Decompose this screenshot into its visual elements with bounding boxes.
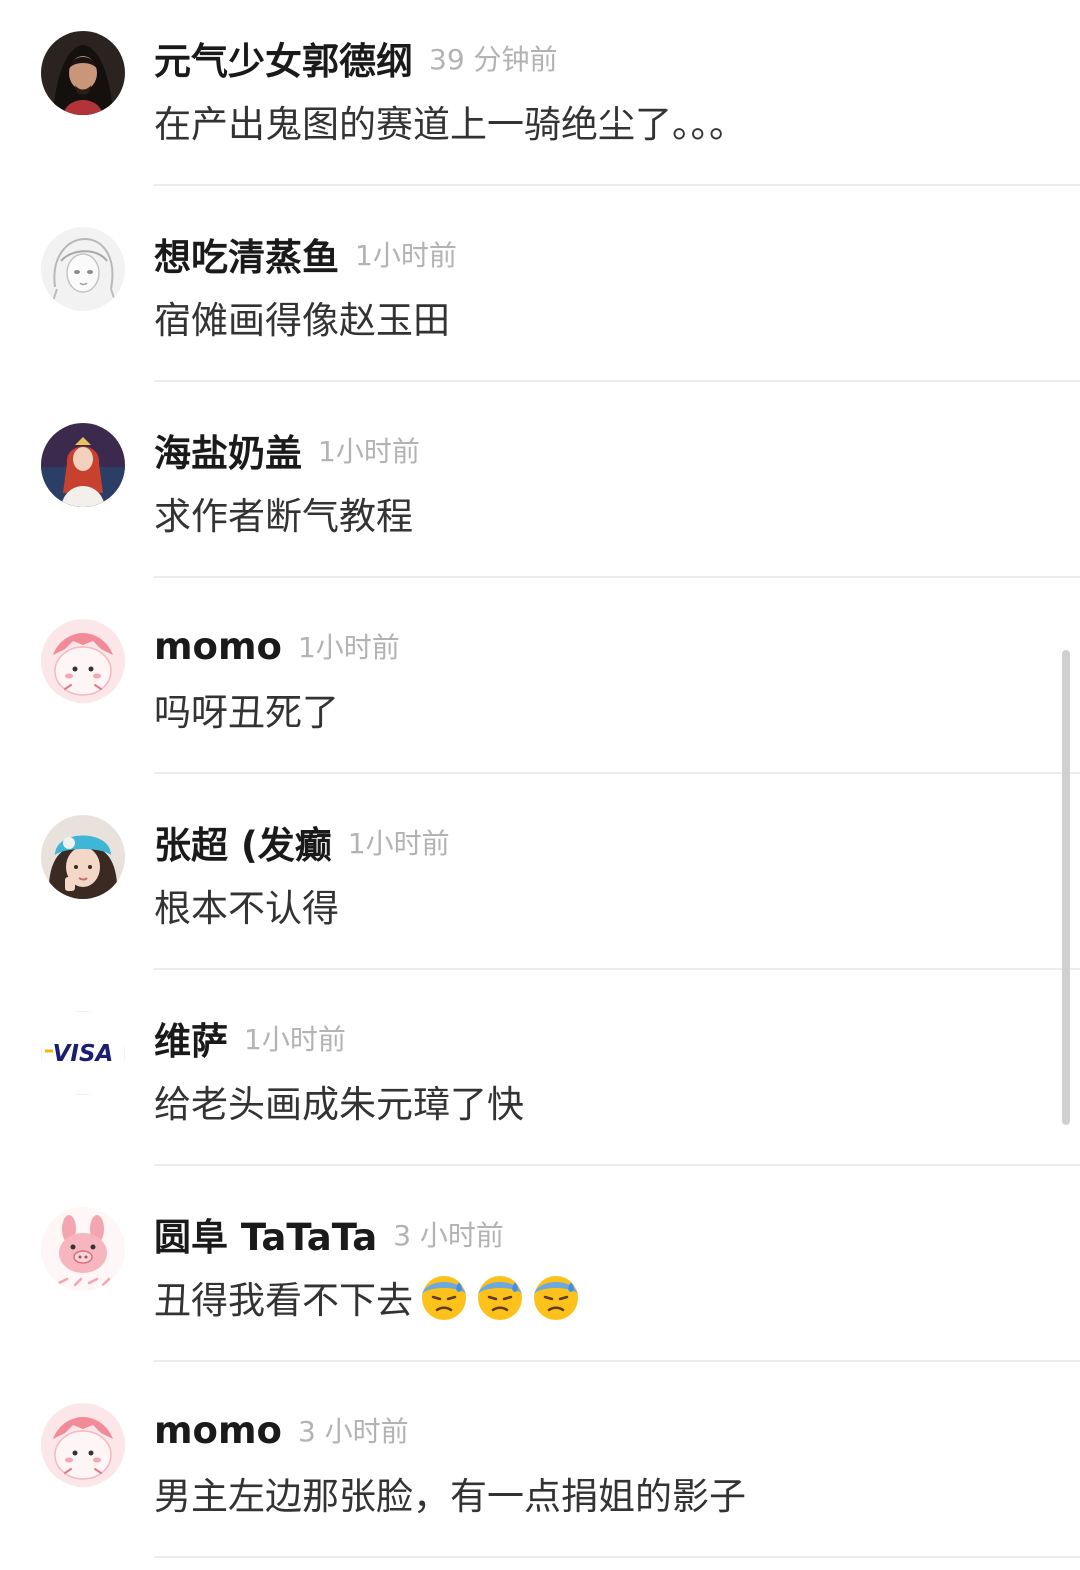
comment-text-content: 丑得我看不下去 xyxy=(154,1279,413,1322)
girl-blue-hat-avatar[interactable] xyxy=(41,815,125,899)
timestamp: 3 小时前 xyxy=(393,1219,504,1252)
timestamp: 3 小时前 xyxy=(297,1415,409,1448)
divider xyxy=(154,380,1080,382)
timestamp: 1小时前 xyxy=(347,827,450,860)
comment-item[interactable]: 元气少女郭德纲 39 分钟前 在产出鬼图的赛道上一骑绝尘了。。。 xyxy=(0,0,1080,196)
timestamp: 1小时前 xyxy=(355,239,457,272)
divider xyxy=(154,772,1080,774)
pink-creature-avatar[interactable] xyxy=(41,1403,125,1487)
divider xyxy=(154,1360,1080,1362)
comment-text: 男主左边那张脸，有一点捐姐的影子 xyxy=(154,1475,746,1518)
comment-text: 求作者断气教程 xyxy=(154,495,413,538)
downcast-sweat-face-emoji xyxy=(478,1276,522,1320)
timestamp: 1小时前 xyxy=(297,631,400,664)
comment-item[interactable]: momo 3 小时前 男主左边那张脸，有一点捐姐的影子 xyxy=(0,1372,1080,1568)
timestamp: 39 分钟前 xyxy=(429,43,558,76)
comment-item[interactable]: 想吃清蒸鱼 1小时前 宿傩画得像赵玉田 xyxy=(0,196,1080,392)
comment-text: 宿傩画得像赵玉田 xyxy=(154,299,450,342)
comment-text: 在产出鬼图的赛道上一骑绝尘了。。。 xyxy=(154,103,746,146)
username[interactable]: 想吃清蒸鱼 xyxy=(154,227,339,281)
pink-creature-avatar[interactable] xyxy=(41,619,125,703)
visa-logo-avatar[interactable]: VISA xyxy=(41,1011,125,1095)
downcast-sweat-face-emoji xyxy=(422,1276,466,1320)
comment-text: 丑得我看不下去 xyxy=(154,1268,581,1326)
pink-bunny-avatar[interactable] xyxy=(41,1207,125,1291)
princess-avatar[interactable] xyxy=(41,423,125,507)
sketch-girl-avatar[interactable] xyxy=(41,227,125,311)
username[interactable]: momo xyxy=(154,625,282,668)
comment-text: 根本不认得 xyxy=(154,887,339,930)
comment-item[interactable]: 圆阜 TaTaTa 3 小时前 丑得我看不下去 xyxy=(0,1176,1080,1372)
username[interactable]: 维萨 xyxy=(154,1011,228,1065)
dark-portrait-avatar[interactable] xyxy=(41,31,125,115)
comment-list: 元气少女郭德纲 39 分钟前 在产出鬼图的赛道上一骑绝尘了。。。 想吃清蒸鱼 1… xyxy=(0,0,1080,1568)
timestamp: 1小时前 xyxy=(318,435,420,468)
svg-text:VISA: VISA xyxy=(53,1041,114,1067)
divider xyxy=(154,1164,1080,1166)
comment-item[interactable]: momo 1小时前 吗呀丑死了 xyxy=(0,588,1080,784)
divider xyxy=(154,968,1080,970)
divider xyxy=(154,576,1080,578)
timestamp: 1小时前 xyxy=(244,1023,346,1056)
divider xyxy=(154,1556,1080,1558)
username[interactable]: 元气少女郭德纲 xyxy=(154,31,413,85)
comment-item[interactable]: 张超 (发癫 1小时前 根本不认得 xyxy=(0,784,1080,980)
username[interactable]: 张超 (发癫 xyxy=(154,815,332,869)
username[interactable]: 海盐奶盖 xyxy=(154,423,302,477)
divider xyxy=(154,184,1080,186)
scrollbar[interactable] xyxy=(1062,650,1070,1125)
username[interactable]: momo xyxy=(154,1409,282,1452)
comment-item[interactable]: VISA 维萨 1小时前 给老头画成朱元璋了快 xyxy=(0,980,1080,1176)
username[interactable]: 圆阜 TaTaTa xyxy=(154,1207,377,1261)
comment-item[interactable]: 海盐奶盖 1小时前 求作者断气教程 xyxy=(0,392,1080,588)
downcast-sweat-face-emoji xyxy=(534,1276,578,1320)
comment-text: 吗呀丑死了 xyxy=(154,691,339,734)
comment-text: 给老头画成朱元璋了快 xyxy=(154,1083,524,1126)
